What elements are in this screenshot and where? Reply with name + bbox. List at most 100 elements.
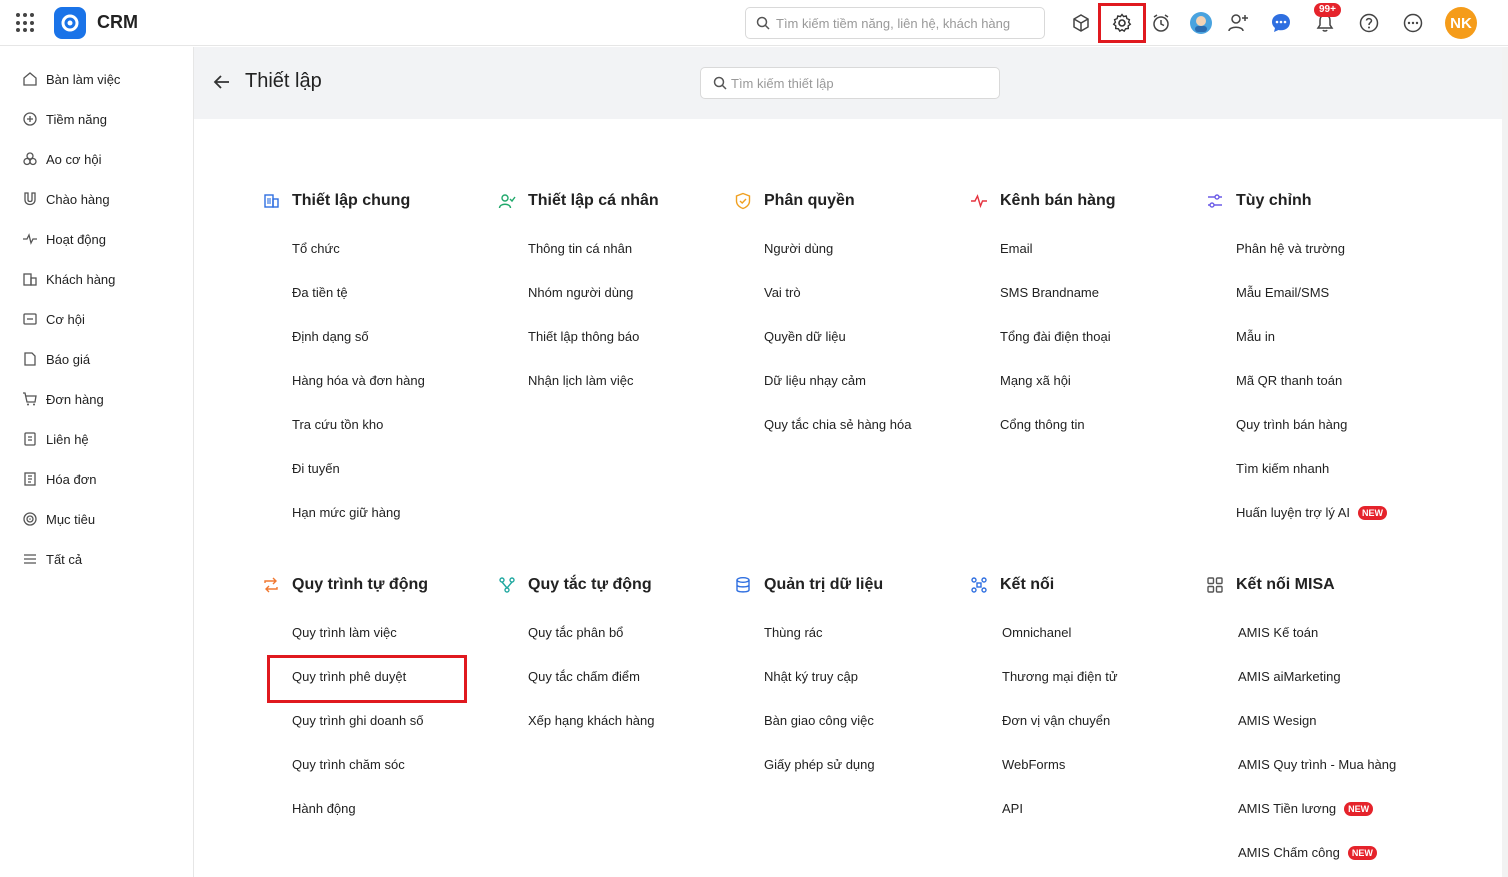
link-amis-tien-luong[interactable]: AMIS Tiền lương NEW bbox=[1238, 800, 1374, 818]
link-nhom-nguoi-dung[interactable]: Nhóm người dùng bbox=[528, 284, 633, 302]
link-quy-trinh-cham-soc[interactable]: Quy trình chăm sóc bbox=[292, 756, 405, 774]
link-nguoi-dung[interactable]: Người dùng bbox=[764, 240, 833, 258]
link-thiet-lap-thong-bao[interactable]: Thiết lập thông báo bbox=[528, 328, 639, 346]
link-tong-dai[interactable]: Tổng đài điện thoại bbox=[1000, 328, 1111, 346]
sidebar-item-khach-hang[interactable]: Khách hàng bbox=[0, 259, 193, 299]
link-thuong-mai-dien-tu[interactable]: Thương mại điện tử bbox=[1002, 668, 1118, 686]
link-tim-kiem-nhanh[interactable]: Tìm kiếm nhanh bbox=[1236, 460, 1329, 478]
sidebar-item-hoa-don[interactable]: Hóa đơn bbox=[0, 459, 193, 499]
grid-icon bbox=[1207, 577, 1223, 593]
link-email[interactable]: Email bbox=[1000, 240, 1033, 258]
apps-grid-icon[interactable] bbox=[16, 13, 36, 33]
settings-search-box[interactable] bbox=[700, 67, 1000, 99]
section-quy-tac-tu-dong: Quy tắc tự động bbox=[498, 573, 652, 597]
chat-bubble-icon[interactable] bbox=[1266, 8, 1296, 38]
pulse-icon bbox=[23, 233, 37, 245]
link-to-chuc[interactable]: Tổ chức bbox=[292, 240, 340, 258]
sidebar-item-tiem-nang[interactable]: Tiềm năng bbox=[0, 99, 193, 139]
global-search-input[interactable] bbox=[776, 15, 1036, 31]
building-icon bbox=[264, 194, 279, 208]
sidebar-item-tat-ca[interactable]: Tất cả bbox=[0, 539, 193, 579]
add-user-icon[interactable] bbox=[1223, 8, 1253, 38]
link-mau-in[interactable]: Mẫu in bbox=[1236, 328, 1275, 346]
link-vai-tro[interactable]: Vai trò bbox=[764, 284, 801, 302]
global-search-box[interactable] bbox=[745, 7, 1045, 39]
sidebar-item-label: Tất cả bbox=[46, 551, 83, 567]
link-quy-trinh-ban-hang[interactable]: Quy trình bán hàng bbox=[1236, 416, 1347, 434]
link-quy-tac-chia-se[interactable]: Quy tắc chia sẻ hàng hóa bbox=[764, 416, 911, 434]
link-amis-quy-trinh-mua-hang[interactable]: AMIS Quy trình - Mua hàng bbox=[1238, 756, 1396, 774]
link-thung-rac[interactable]: Thùng rác bbox=[764, 624, 823, 642]
section-quan-tri-du-lieu: Quản trị dữ liệu bbox=[734, 573, 883, 597]
link-phan-he-truong[interactable]: Phân hệ và trường bbox=[1236, 240, 1345, 258]
link-api[interactable]: API bbox=[1002, 800, 1023, 818]
link-tra-cuu-ton-kho[interactable]: Tra cứu tồn kho bbox=[292, 416, 383, 434]
user-avatar[interactable]: NK bbox=[1445, 7, 1477, 39]
link-du-lieu-nhay-cam[interactable]: Dữ liệu nhạy cảm bbox=[764, 372, 866, 390]
sidebar-item-ao-co-hoi[interactable]: Ao cơ hội bbox=[0, 139, 193, 179]
link-cong-thong-tin[interactable]: Cổng thông tin bbox=[1000, 416, 1085, 434]
sidebar-item-label: Hoạt động bbox=[46, 231, 106, 247]
folder-icon bbox=[23, 313, 37, 325]
page-scrollbar[interactable] bbox=[1502, 47, 1508, 877]
crm-logo-icon[interactable] bbox=[54, 7, 86, 39]
sidebar-item-label: Mục tiêu bbox=[46, 511, 96, 527]
sidebar-item-label: Liên hệ bbox=[46, 431, 89, 447]
link-hanh-dong[interactable]: Hành động bbox=[292, 800, 356, 818]
link-quy-trinh-lam-viec[interactable]: Quy trình làm việc bbox=[292, 624, 397, 642]
sidebar-item-muc-tieu[interactable]: Mục tiêu bbox=[0, 499, 193, 539]
link-thong-tin-ca-nhan[interactable]: Thông tin cá nhân bbox=[528, 240, 632, 258]
section-ket-noi: Kết nối bbox=[970, 573, 1054, 597]
link-nhan-lich-lam-viec[interactable]: Nhận lịch làm việc bbox=[528, 372, 634, 390]
link-huan-luyen-ai[interactable]: Huấn luyện trợ lý AI NEW bbox=[1236, 504, 1388, 522]
sidebar-item-lien-he[interactable]: Liên hệ bbox=[0, 419, 193, 459]
sidebar-item-hoat-dong[interactable]: Hoạt động bbox=[0, 219, 193, 259]
link-dinh-dang-so[interactable]: Định dạng số bbox=[292, 328, 369, 346]
approval-highlight-box bbox=[267, 655, 467, 703]
sidebar-item-bao-gia[interactable]: Báo giá bbox=[0, 339, 193, 379]
link-quy-trinh-ghi-doanh-so[interactable]: Quy trình ghi doanh số bbox=[292, 712, 424, 730]
link-sms-brandname[interactable]: SMS Brandname bbox=[1000, 284, 1099, 302]
document-icon bbox=[24, 352, 36, 366]
link-di-tuyen[interactable]: Đi tuyến bbox=[292, 460, 340, 478]
database-icon bbox=[736, 577, 750, 593]
link-ban-giao-cong-viec[interactable]: Bàn giao công việc bbox=[764, 712, 874, 730]
sidebar-item-don-hang[interactable]: Đơn hàng bbox=[0, 379, 193, 419]
link-quy-tac-cham-diem[interactable]: Quy tắc chấm điểm bbox=[528, 668, 640, 686]
section-ket-noi-misa: Kết nối MISA bbox=[1206, 573, 1335, 597]
back-arrow-icon[interactable] bbox=[212, 72, 232, 92]
sidebar-item-ban-lam-viec[interactable]: Bàn làm việc bbox=[0, 59, 193, 99]
sidebar-item-co-hoi[interactable]: Cơ hội bbox=[0, 299, 193, 339]
link-webforms[interactable]: WebForms bbox=[1002, 756, 1065, 774]
box-check-icon[interactable] bbox=[1066, 8, 1096, 38]
link-don-vi-van-chuyen[interactable]: Đơn vị vận chuyển bbox=[1002, 712, 1110, 730]
link-amis-cham-cong[interactable]: AMIS Chấm công NEW bbox=[1238, 844, 1377, 862]
app-title: CRM bbox=[97, 12, 138, 32]
home-icon bbox=[23, 72, 37, 86]
link-omnichanel[interactable]: Omnichanel bbox=[1002, 624, 1071, 642]
link-nhat-ky-truy-cap[interactable]: Nhật ký truy cập bbox=[764, 668, 858, 686]
link-amis-aimarketing[interactable]: AMIS aiMarketing bbox=[1238, 668, 1341, 686]
link-amis-ke-toan[interactable]: AMIS Kế toán bbox=[1238, 624, 1318, 642]
link-mau-email-sms[interactable]: Mẫu Email/SMS bbox=[1236, 284, 1329, 302]
link-han-muc-giu-hang[interactable]: Hạn mức giữ hàng bbox=[292, 504, 400, 522]
link-quy-tac-phan-bo[interactable]: Quy tắc phân bổ bbox=[528, 624, 623, 642]
ai-assistant-icon[interactable] bbox=[1186, 8, 1216, 38]
more-options-icon[interactable] bbox=[1398, 8, 1428, 38]
link-xep-hang-khach-hang[interactable]: Xếp hạng khách hàng bbox=[528, 712, 655, 730]
search-icon bbox=[713, 76, 727, 90]
sidebar-item-label: Khách hàng bbox=[46, 271, 116, 287]
link-hang-hoa-don-hang[interactable]: Hàng hóa và đơn hàng bbox=[292, 372, 425, 390]
alarm-clock-icon[interactable] bbox=[1146, 8, 1176, 38]
link-da-tien-te[interactable]: Đa tiền tệ bbox=[292, 284, 348, 302]
menu-icon bbox=[24, 554, 36, 564]
target-circle-icon bbox=[23, 112, 37, 126]
settings-search-input[interactable] bbox=[731, 75, 991, 91]
link-quyen-du-lieu[interactable]: Quyền dữ liệu bbox=[764, 328, 846, 346]
link-mang-xa-hoi[interactable]: Mạng xã hội bbox=[1000, 372, 1071, 390]
link-giay-phep-su-dung[interactable]: Giấy phép sử dụng bbox=[764, 756, 875, 774]
sidebar-item-chao-hang[interactable]: Chào hàng bbox=[0, 179, 193, 219]
help-icon[interactable] bbox=[1354, 8, 1384, 38]
link-ma-qr[interactable]: Mã QR thanh toán bbox=[1236, 372, 1342, 390]
link-amis-wesign[interactable]: AMIS Wesign bbox=[1238, 712, 1317, 730]
